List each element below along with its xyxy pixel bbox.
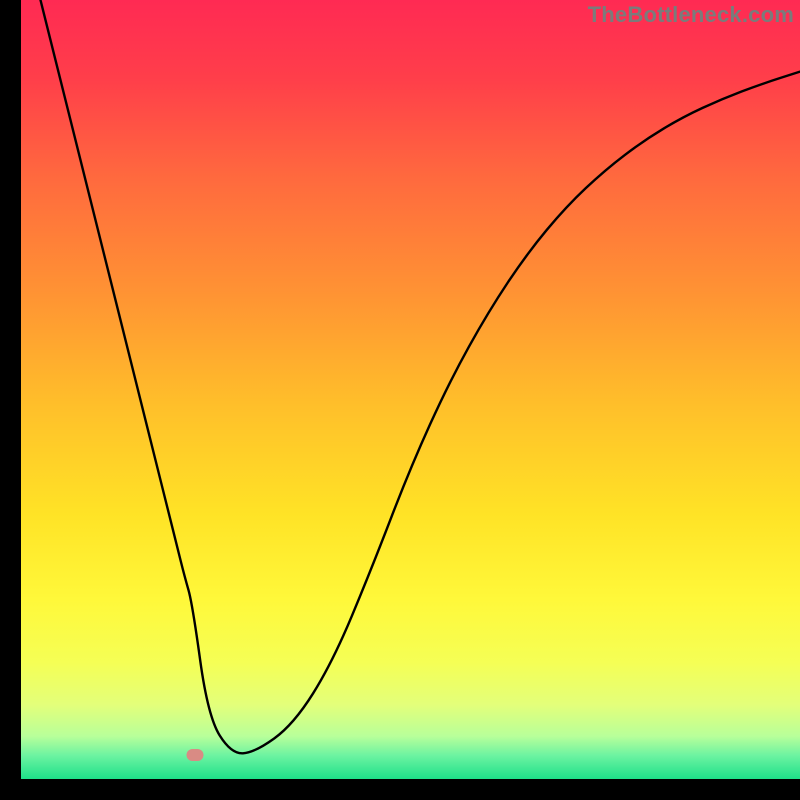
chart-frame: TheBottleneck.com [21,0,800,779]
chart-plot [21,0,800,779]
data-marker [186,749,203,761]
watermark-text: TheBottleneck.com [588,2,794,28]
